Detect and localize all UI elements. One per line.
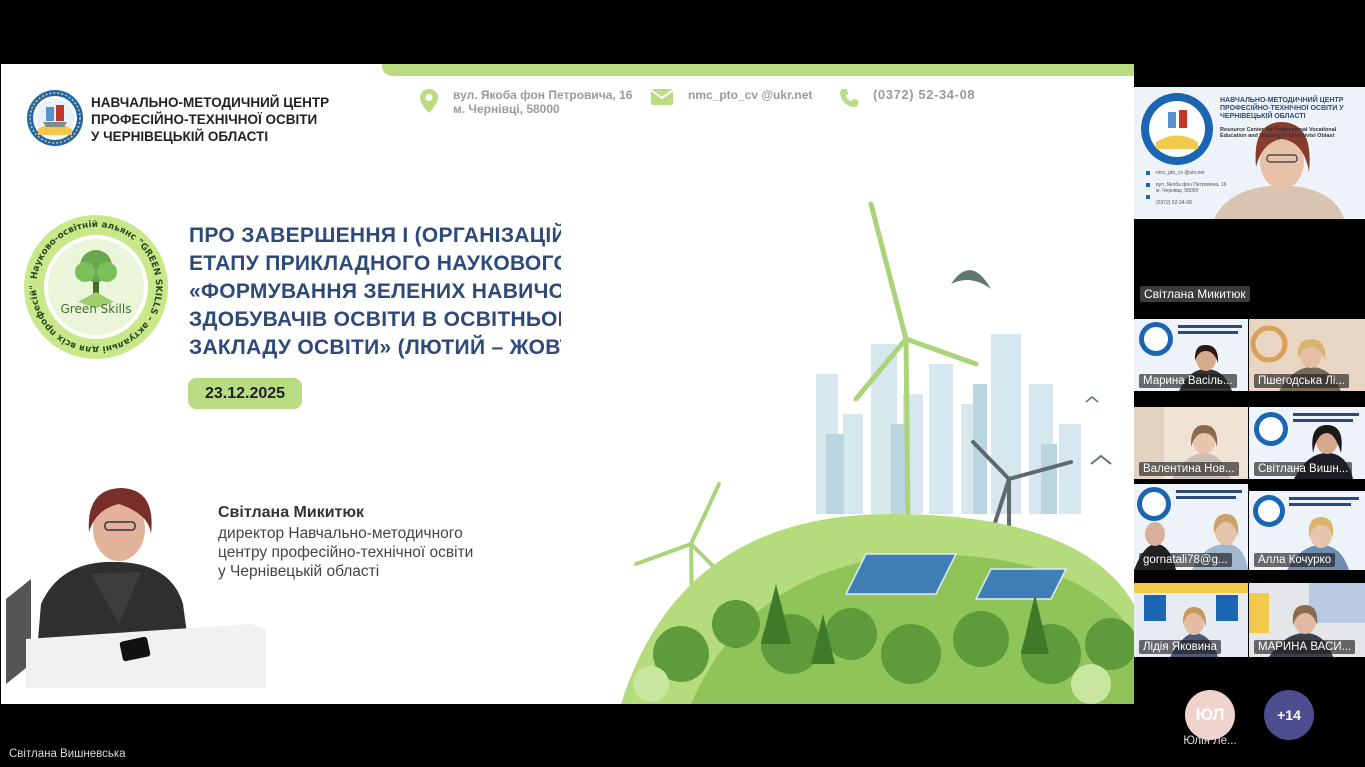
main-speaker-name: Світлана Микитюк xyxy=(1140,286,1250,302)
slide-date: 23.12.2025 xyxy=(188,378,302,409)
participant-tile[interactable]: Лідія Яковина xyxy=(1134,583,1248,657)
participant-name: Світлана Вишн... xyxy=(1254,462,1353,476)
mail-icon xyxy=(650,89,674,105)
org-logo-icon xyxy=(27,90,83,146)
main-speaker-video[interactable]: НАВЧАЛЬНО-МЕТОДИЧНИЙ ЦЕНТР ПРОФЕСІЙНО-ТЕ… xyxy=(1134,87,1365,219)
green-skills-badge-icon: Науково-освітній альянс "GREEN SKILLS - … xyxy=(24,215,168,359)
contact-address: вул. Якоба фон Петровича, 16 м. Чернівці… xyxy=(419,88,632,116)
participant-tile[interactable]: Алла Кочурко xyxy=(1249,491,1365,570)
svg-text:Green Skills: Green Skills xyxy=(61,302,132,316)
participant-name: Пшегодська Лі... xyxy=(1254,374,1349,388)
participant-name: gornatali78@g... xyxy=(1139,553,1232,567)
self-view-name: Світлана Вишневська xyxy=(9,748,126,760)
contact-phone: (0372) 52-34-08 xyxy=(839,88,975,108)
participant-name: Марина Васіль... xyxy=(1139,374,1237,388)
eco-city-illustration xyxy=(561,184,1134,704)
participant-tile[interactable]: gornatali78@g... xyxy=(1134,484,1248,570)
participant-name: Лідія Яковина xyxy=(1139,640,1221,654)
participant-name: МАРИНА ВАСИ... xyxy=(1254,640,1356,654)
mini-slide-subtitle: Resource Center for Professional Vocatio… xyxy=(1220,127,1337,139)
org-name: НАВЧАЛЬНО-МЕТОДИЧНИЙ ЦЕНТР ПРОФЕСІЙНО-ТЕ… xyxy=(91,95,330,144)
participant-avatar-name: Юлія Ле... xyxy=(1183,735,1237,747)
participant-tile[interactable]: Валентина Нов... xyxy=(1134,407,1248,479)
location-pin-icon xyxy=(420,89,438,113)
participant-tile[interactable]: МАРИНА ВАСИ... xyxy=(1249,583,1365,657)
participant-name: Валентина Нов... xyxy=(1139,462,1239,476)
mini-slide-contacts: nmc_pto_cv @ukr.net вул. Якоба фон Петро… xyxy=(1156,170,1227,206)
more-participants-button[interactable]: +14 xyxy=(1264,690,1314,740)
participant-avatar[interactable]: ЮЛ xyxy=(1185,690,1235,740)
speaker-role: директор Навчально-методичного центру пр… xyxy=(218,525,474,580)
mini-slide-org: НАВЧАЛЬНО-МЕТОДИЧНИЙ ЦЕНТР ПРОФЕСІЙНО-ТЕ… xyxy=(1220,97,1344,120)
participant-name: Алла Кочурко xyxy=(1254,553,1336,567)
contact-email: nmc_pto_cv @ukr.net xyxy=(650,88,812,106)
shared-slide: НАВЧАЛЬНО-МЕТОДИЧНИЙ ЦЕНТР ПРОФЕСІЙНО-ТЕ… xyxy=(1,64,1134,704)
participant-tile[interactable]: Пшегодська Лі... xyxy=(1249,319,1365,391)
speaker-name: Світлана Микитюк xyxy=(218,504,365,521)
slide-accent-bar xyxy=(382,64,1134,76)
participant-tile[interactable]: Світлана Вишн... xyxy=(1249,407,1365,479)
phone-icon xyxy=(840,89,858,107)
participant-tile[interactable]: Марина Васіль... xyxy=(1134,319,1248,391)
